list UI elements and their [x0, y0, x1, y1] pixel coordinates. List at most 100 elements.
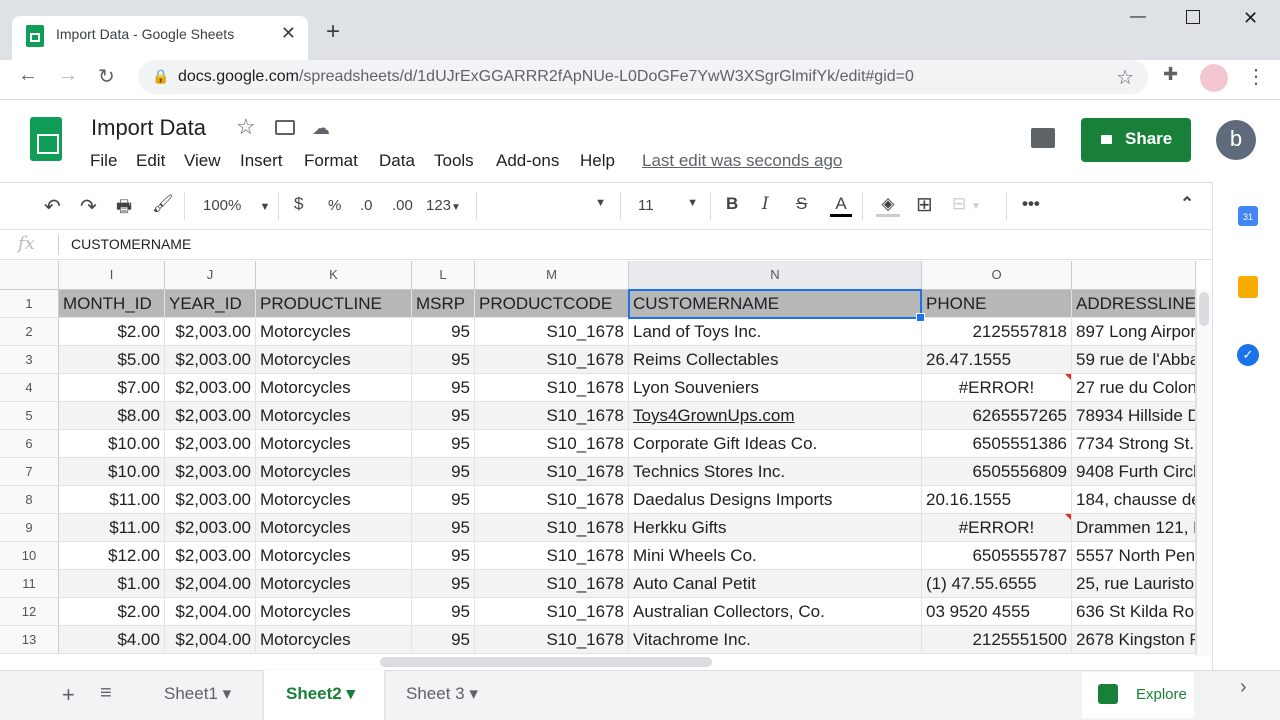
table-cell[interactable]: Motorcycles — [256, 402, 412, 430]
row-header-9[interactable]: 9 — [0, 514, 59, 542]
table-cell[interactable]: 95 — [412, 458, 475, 486]
row-header-7[interactable]: 7 — [0, 458, 59, 486]
horizontal-scroll-thumb[interactable] — [380, 657, 712, 667]
table-cell[interactable]: 95 — [412, 486, 475, 514]
table-cell[interactable]: Motorcycles — [256, 318, 412, 346]
table-cell[interactable]: S10_1678 — [475, 598, 629, 626]
table-cell[interactable]: $8.00 — [59, 402, 165, 430]
extensions-icon[interactable]: ✚ — [1163, 64, 1178, 85]
table-cell[interactable]: S10_1678 — [475, 374, 629, 402]
menu-add-ons[interactable]: Add-ons — [496, 151, 559, 171]
table-cell[interactable]: 2125557818 — [922, 318, 1072, 346]
table-cell[interactable]: $2,004.00 — [165, 570, 256, 598]
table-cell[interactable]: S10_1678 — [475, 346, 629, 374]
row-header-8[interactable]: 8 — [0, 486, 59, 514]
forward-icon[interactable]: → — [58, 64, 78, 87]
redo-icon[interactable]: ↷ — [80, 194, 97, 219]
table-cell[interactable]: 6505551386 — [922, 430, 1072, 458]
table-cell[interactable]: 25, rue Lauriston — [1072, 570, 1196, 598]
document-title[interactable]: Import Data — [91, 115, 206, 141]
table-cell[interactable]: 95 — [412, 598, 475, 626]
column-title-cell[interactable]: ADDRESSLINE1 — [1072, 290, 1196, 318]
table-cell[interactable]: 95 — [412, 570, 475, 598]
table-cell[interactable]: 2125551500 — [922, 626, 1072, 654]
comments-icon[interactable] — [1031, 128, 1055, 148]
side-panel-toggle-icon[interactable]: › — [1240, 676, 1247, 699]
table-cell[interactable]: 95 — [412, 430, 475, 458]
table-cell[interactable]: 20.16.1555 — [922, 486, 1072, 514]
table-cell[interactable]: Daedalus Designs Imports — [629, 486, 922, 514]
table-cell[interactable]: S10_1678 — [475, 402, 629, 430]
table-cell[interactable]: Drammen 121, PR 744 Sentrum — [1072, 514, 1196, 542]
collapse-chevron-up-icon[interactable]: ⌃ — [1180, 194, 1194, 214]
bold-icon[interactable]: B — [726, 194, 738, 214]
table-cell[interactable]: 95 — [412, 374, 475, 402]
table-cell[interactable]: Herkku Gifts — [629, 514, 922, 542]
table-cell[interactable]: Land of Toys Inc. — [629, 318, 922, 346]
table-cell[interactable]: 78934 Hillside Dr. — [1072, 402, 1196, 430]
add-sheet-icon[interactable]: + — [62, 682, 75, 708]
row-header-4[interactable]: 4 — [0, 374, 59, 402]
merge-cells-icon[interactable]: ⊟ ▼ — [952, 194, 981, 214]
table-cell[interactable]: $11.00 — [59, 486, 165, 514]
table-cell[interactable]: S10_1678 — [475, 430, 629, 458]
table-cell[interactable]: Toys4GrownUps.com — [629, 402, 922, 430]
table-cell[interactable]: Australian Collectors, Co. — [629, 598, 922, 626]
table-cell[interactable]: 5557 North Pendale Street — [1072, 542, 1196, 570]
table-cell[interactable]: $2,004.00 — [165, 626, 256, 654]
explore-button[interactable]: Explore — [1082, 672, 1194, 718]
column-title-cell[interactable]: MSRP — [412, 290, 475, 318]
table-cell[interactable]: $2,003.00 — [165, 542, 256, 570]
table-cell[interactable]: 184, chausse de Tournai — [1072, 486, 1196, 514]
table-cell[interactable]: 6505555787 — [922, 542, 1072, 570]
table-cell[interactable]: 59 rue de l'Abbaye — [1072, 346, 1196, 374]
table-cell[interactable]: Mini Wheels Co. — [629, 542, 922, 570]
table-cell[interactable]: Lyon Souveniers — [629, 374, 922, 402]
print-icon[interactable]: 🖶 — [116, 194, 132, 223]
move-folder-icon[interactable] — [275, 120, 295, 135]
table-cell[interactable]: S10_1678 — [475, 318, 629, 346]
sheet-tab-sheet3[interactable]: Sheet 3 ▾ — [384, 670, 506, 720]
column-title-cell[interactable]: PHONE — [922, 290, 1072, 318]
cloud-status-icon[interactable]: ☁ — [312, 118, 330, 139]
formula-bar[interactable]: fx CUSTOMERNAME — [0, 230, 1212, 260]
table-cell[interactable]: Vitachrome Inc. — [629, 626, 922, 654]
table-cell[interactable]: $2,003.00 — [165, 318, 256, 346]
row-header-11[interactable]: 11 — [0, 570, 59, 598]
table-cell[interactable]: (1) 47.55.6555 — [922, 570, 1072, 598]
number-format-select[interactable]: 123▼ — [426, 197, 461, 214]
table-cell[interactable]: 636 St Kilda Road — [1072, 598, 1196, 626]
column-title-cell[interactable]: PRODUCTLINE — [256, 290, 412, 318]
table-cell[interactable]: Technics Stores Inc. — [629, 458, 922, 486]
table-cell[interactable]: Motorcycles — [256, 514, 412, 542]
percent-button[interactable]: % — [328, 197, 341, 214]
table-cell[interactable]: 2678 Kingston Rd. — [1072, 626, 1196, 654]
tasks-icon[interactable]: ✓ — [1237, 344, 1259, 366]
column-header-I[interactable]: I — [59, 261, 165, 290]
last-edit-link[interactable]: Last edit was seconds ago — [642, 151, 842, 171]
fill-color-icon[interactable]: ◈ — [876, 194, 900, 217]
font-size-select[interactable]: 11 ▼ — [638, 197, 702, 214]
table-cell[interactable]: $10.00 — [59, 430, 165, 458]
maximize-icon[interactable] — [1186, 10, 1200, 24]
vertical-scrollbar[interactable] — [1196, 290, 1212, 656]
share-button[interactable]: Share — [1081, 118, 1191, 162]
table-cell[interactable]: $11.00 — [59, 514, 165, 542]
table-cell[interactable]: 7734 Strong St. — [1072, 430, 1196, 458]
column-header-M[interactable]: M — [475, 261, 629, 290]
spreadsheet-grid[interactable]: I J K L M N O 1 MONTH_ID YEAR_ID PRODUCTLINE MSRP PR… — [0, 261, 1196, 657]
menu-help[interactable]: Help — [580, 151, 615, 171]
sheets-logo-icon[interactable] — [30, 117, 62, 161]
vertical-scroll-thumb[interactable] — [1199, 292, 1209, 326]
calendar-icon[interactable]: 31 — [1238, 206, 1258, 226]
table-cell[interactable]: 897 Long Airport Avenue — [1072, 318, 1196, 346]
table-cell[interactable]: 95 — [412, 318, 475, 346]
undo-icon[interactable]: ↶ — [44, 194, 61, 219]
table-cell[interactable]: Motorcycles — [256, 626, 412, 654]
row-header-13[interactable]: 13 — [0, 626, 59, 654]
menu-format[interactable]: Format — [304, 151, 358, 171]
table-cell[interactable]: $7.00 — [59, 374, 165, 402]
table-cell[interactable]: Motorcycles — [256, 430, 412, 458]
back-icon[interactable]: ← — [18, 64, 38, 87]
table-cell[interactable]: $2.00 — [59, 318, 165, 346]
